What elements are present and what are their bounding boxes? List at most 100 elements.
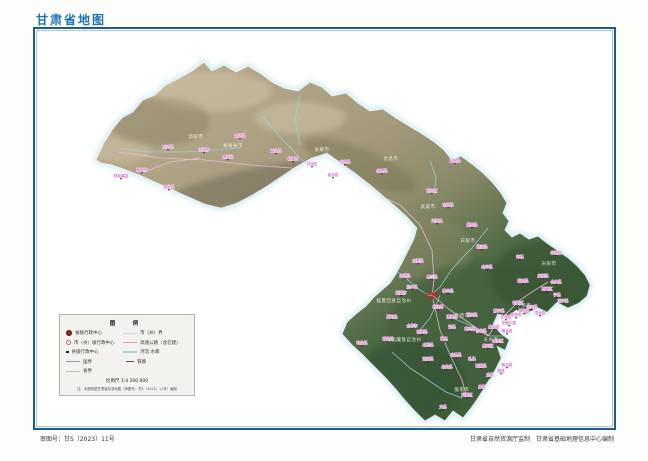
- county-seat-dot: [227, 159, 229, 161]
- railway-marker-icon: [126, 361, 134, 362]
- map-label-county: 皋兰县: [427, 274, 438, 279]
- map-label-county: 玛曲县: [357, 340, 368, 345]
- legend-scale: 比例尺 1:4 200 000: [60, 378, 194, 384]
- map-label-county: 舟曲县: [442, 364, 453, 369]
- county-seat-dot: [515, 317, 517, 319]
- map-label-prefecture: 庆阳市: [542, 260, 557, 267]
- county-seat-dot: [168, 189, 170, 191]
- map-label-county: 肃州区: [223, 154, 234, 159]
- legend-item: 省级行政中心: [66, 330, 123, 336]
- map-label-county: 阿克塞县: [114, 173, 129, 178]
- county-seat-dot: [486, 269, 488, 271]
- map-label-county: 卓尼县: [423, 342, 434, 347]
- map-label-county: 景泰县: [467, 222, 478, 227]
- legend-item-label: 铁路: [137, 359, 146, 365]
- county-seat-dot: [431, 193, 433, 195]
- map-label-county: 甘州区: [307, 161, 318, 166]
- map-label-county: 甘谷县: [476, 328, 487, 333]
- map-label-county: 泾川县: [527, 304, 538, 309]
- county-seat-dot: [531, 309, 533, 311]
- county-seat-dot: [555, 284, 557, 286]
- credits-text: 甘肃省自然资源厅监制 甘肃省基础地理信息中心编制: [470, 434, 614, 443]
- county-seat-dot: [391, 319, 393, 321]
- county-seat-dot: [400, 295, 402, 297]
- legend-item: 市（州）级行政中心: [66, 340, 123, 346]
- map-label-county: 华池县: [551, 250, 562, 255]
- county-seat-dot: [506, 333, 508, 335]
- county-seat-dot: [436, 223, 438, 225]
- approval-number: 审图号：甘S（2023）11号: [40, 434, 115, 443]
- legend-item: 县级行政中心: [66, 349, 123, 355]
- map-label-county: 礼县: [468, 356, 476, 361]
- county-seat-dot: [489, 377, 491, 379]
- map-label-county: 迭部县: [423, 356, 434, 361]
- map-label-prefecture: 酒泉市: [189, 133, 204, 140]
- map-label-county: 灵台县: [535, 310, 546, 315]
- map-label-county: 山丹县: [340, 159, 351, 164]
- map-label-county: 临潭县: [417, 329, 428, 334]
- county-seat-dot: [411, 328, 413, 330]
- map-label-county: 宕昌县: [451, 352, 462, 357]
- map-label-county: 漳县: [448, 324, 456, 329]
- legend-item-label: 省界: [83, 368, 92, 374]
- map-label-prefecture: 金昌市: [384, 155, 399, 162]
- county-seat-dot: [361, 345, 363, 347]
- legend-item-label: 河流 水库: [140, 349, 159, 355]
- county-seat-dot: [481, 389, 483, 391]
- county-seat-dot: [451, 319, 453, 321]
- map-label-county: 两当县: [502, 362, 513, 367]
- legend-item-label: 县级行政中心: [72, 349, 99, 355]
- map-label-county: 麦积区: [493, 338, 504, 343]
- county-seat-dot: [443, 341, 445, 343]
- county-seat-dot: [505, 319, 507, 321]
- map-label-prefecture: 白银市: [461, 237, 476, 244]
- map-label-county: 环县: [516, 254, 524, 259]
- map-label-county: 岷县: [440, 336, 448, 341]
- legend-item: 省界: [66, 368, 123, 374]
- map-label-county: 东乡县: [407, 284, 418, 289]
- legend-left-column: 省级行政中心市（州）级行政中心县级行政中心国界省界: [66, 330, 123, 374]
- county-seat-dot: [542, 278, 544, 280]
- map-label-county: 敦煌市: [137, 167, 148, 172]
- map-label-prefecture: 陇南市: [455, 386, 470, 393]
- map-label-county: 玉门市: [199, 147, 210, 152]
- river-marker-icon: [123, 351, 137, 353]
- legend-item: 高速公路（含在建）: [123, 340, 190, 346]
- county-seat-dot: [203, 152, 205, 154]
- county-seat-dot: [487, 348, 489, 350]
- county-seat-dot: [454, 163, 456, 165]
- map-label-county: 西和县: [476, 363, 487, 368]
- city-marker-icon: [66, 340, 71, 345]
- map-label-capital: 兰州市: [424, 290, 440, 298]
- county-seat-dot: [471, 227, 473, 229]
- legend-item-label: 市（州）界: [140, 330, 163, 336]
- map-label-county: 武山县: [465, 326, 476, 331]
- county-seat-dot: [442, 409, 444, 411]
- county-seat-dot: [451, 329, 453, 331]
- county-seat-dot: [455, 357, 457, 359]
- county-seat-dot: [517, 305, 519, 307]
- legend-item: 市（州）界: [123, 330, 190, 336]
- county-seat-dot: [421, 334, 423, 336]
- county-seat-dot: [471, 317, 473, 319]
- map-label-county: 榆中县: [443, 288, 454, 293]
- line3-marker-icon: [123, 333, 137, 334]
- county-seat-dot: [508, 325, 510, 327]
- line1-marker-icon: [66, 361, 80, 362]
- map-label-county: 高台县: [271, 148, 282, 153]
- map-label-county: 会宁县: [482, 264, 493, 269]
- county-seat-dot: [141, 172, 143, 174]
- map-label-county: 渭源县: [447, 314, 458, 319]
- map-label-county: 康县: [478, 384, 486, 389]
- county-seat-dot: [466, 397, 468, 399]
- capital-marker-icon: [66, 330, 72, 336]
- legend-columns: 省级行政中心市（州）级行政中心县级行政中心国界省界 市（州）界高速公路（含在建）…: [66, 330, 190, 374]
- county-seat-dot: [506, 367, 508, 369]
- county-seat-dot: [447, 207, 449, 209]
- county-seat-dot: [481, 249, 483, 251]
- map-label-county: 西峰区: [542, 286, 553, 291]
- legend-item: 铁路: [123, 359, 190, 365]
- map-label-county: 永靖县: [400, 273, 411, 278]
- county-seat-dot: [493, 329, 495, 331]
- map-label-county: 成县: [486, 372, 494, 377]
